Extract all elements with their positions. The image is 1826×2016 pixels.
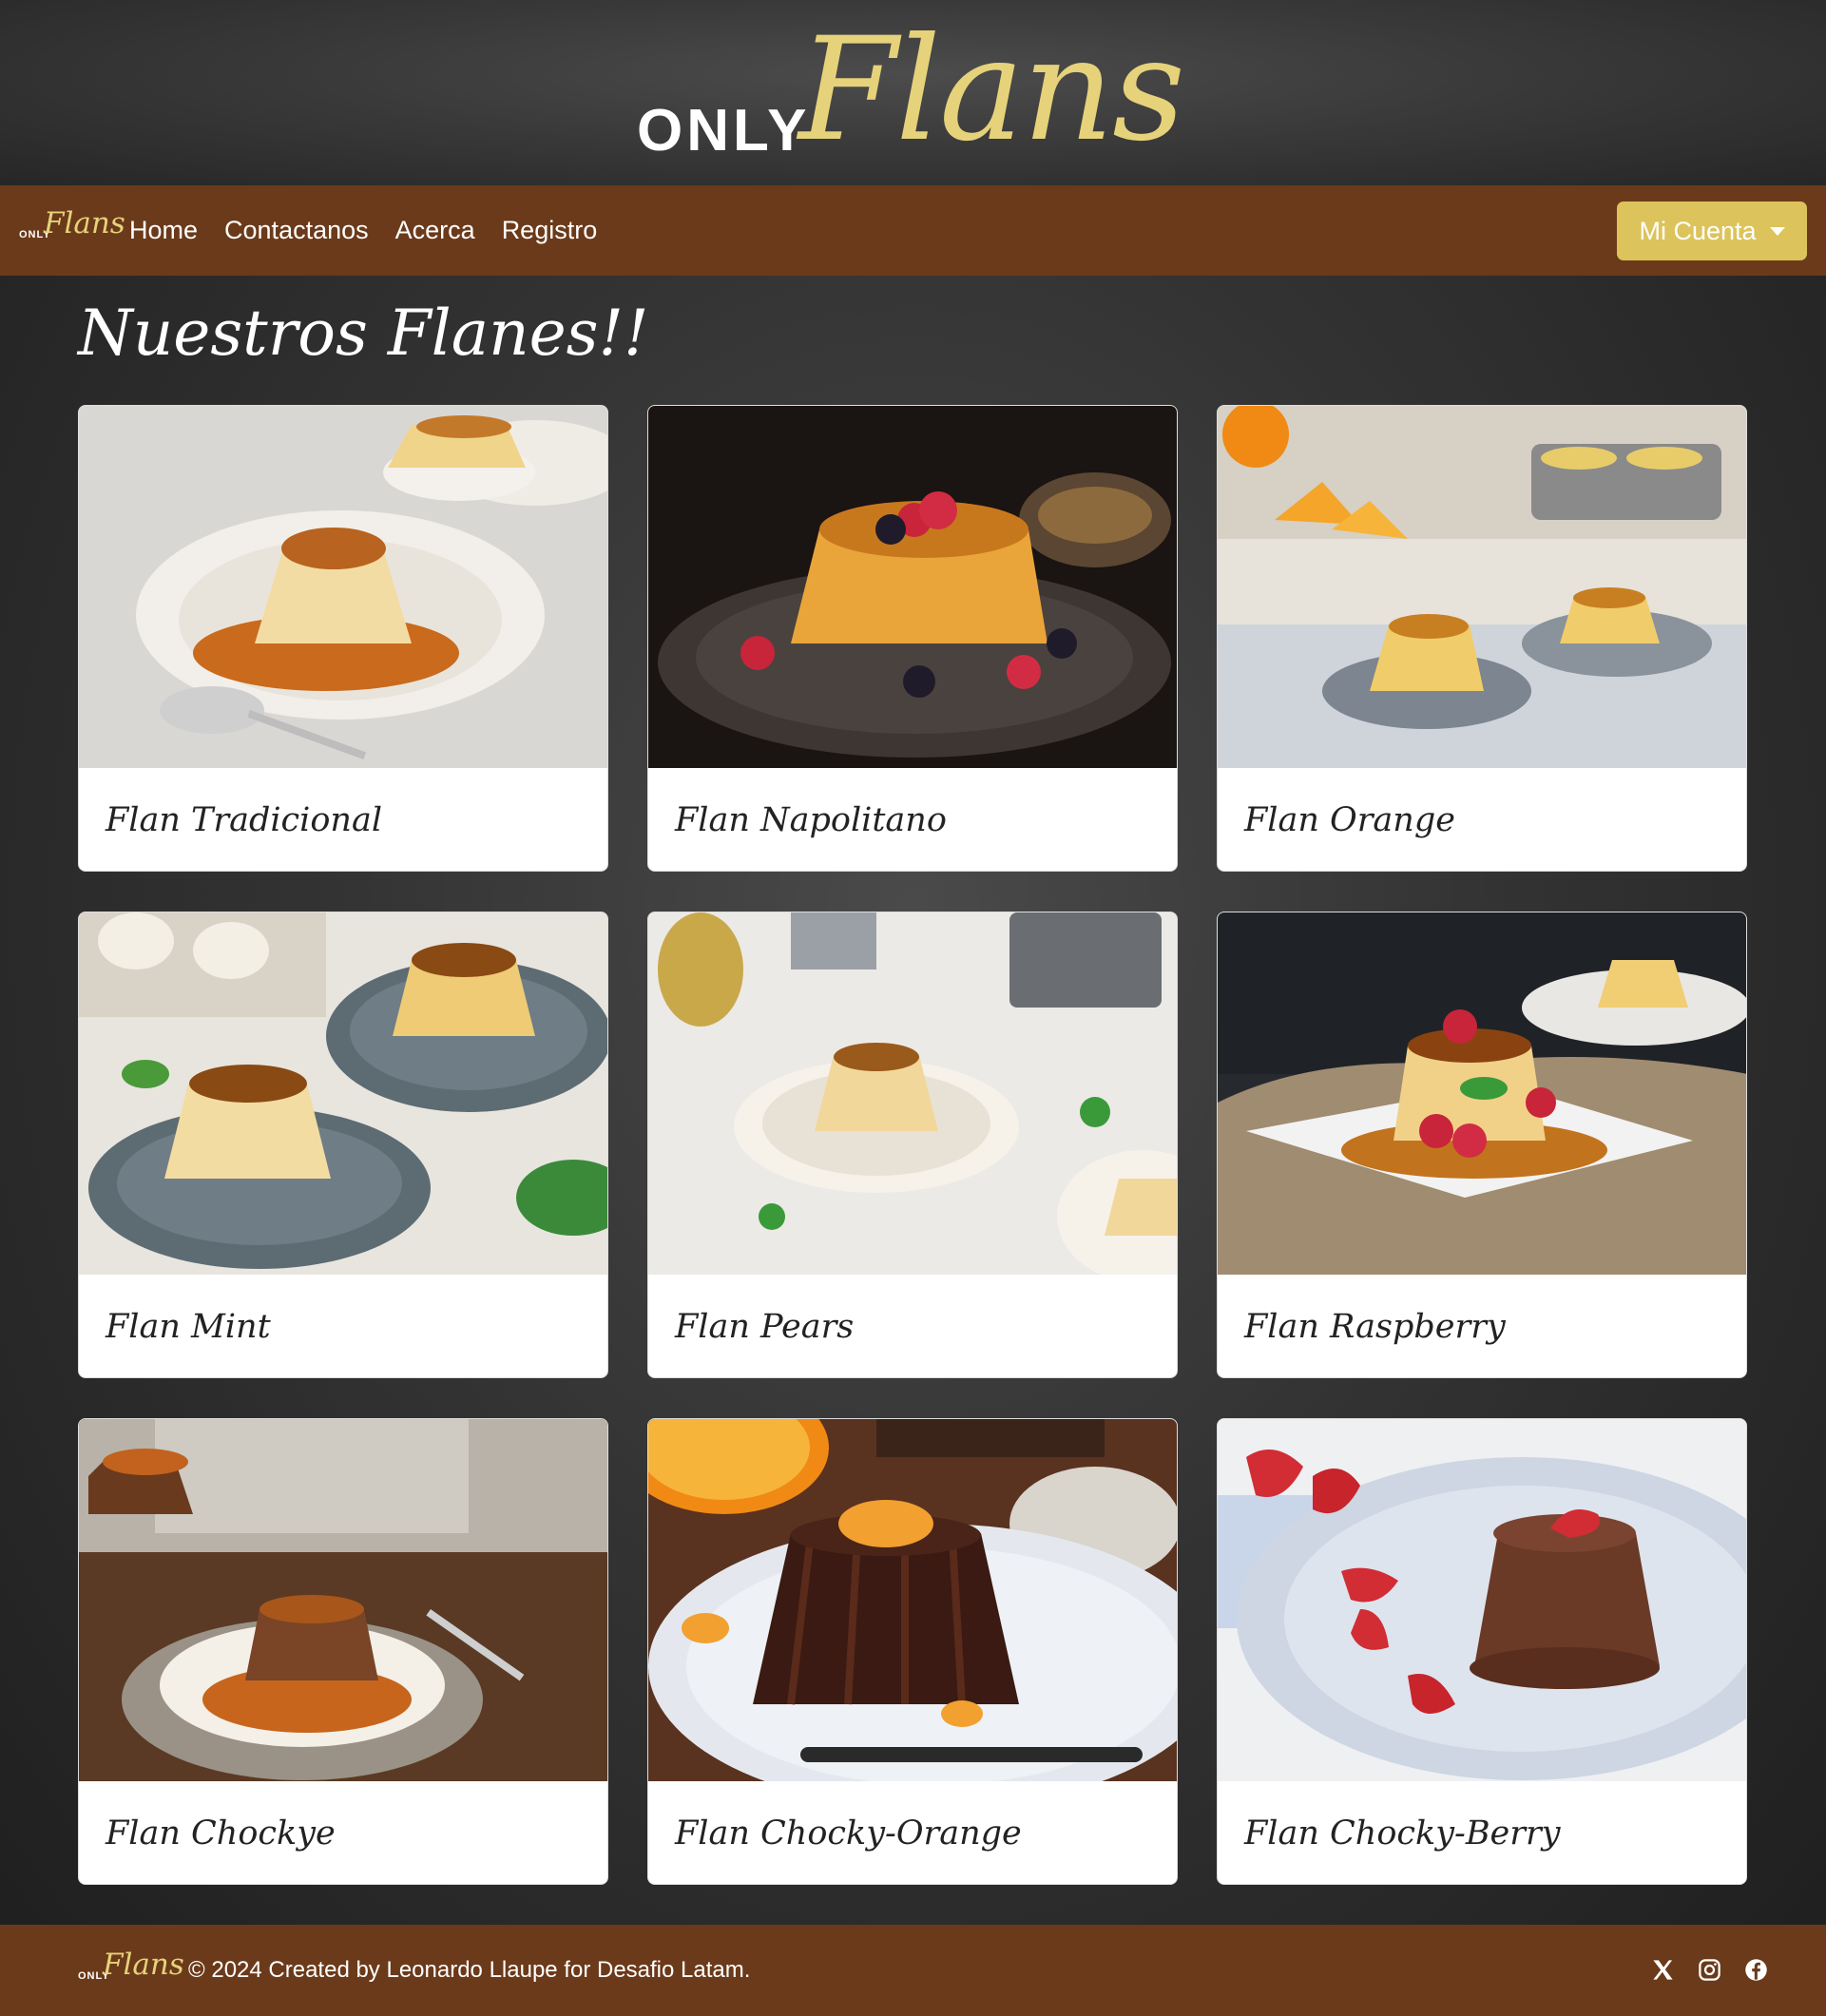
flan-card-grid: Flan Tradicional Flan Napolitano Flan Or… [78,405,1747,1885]
flan-image [648,1419,1177,1781]
card-title: Flan Mint [106,1308,271,1346]
navbar: ONLY Flans Home Contactanos Acerca Regis… [0,185,1826,276]
card-title: Flan Tradicional [106,801,383,839]
site-footer: ONLY Flans © 2024 Created by Leonardo Ll… [0,1925,1826,2016]
brand-flans-text: Flans [44,206,125,240]
site-logo[interactable]: ONLY Flans [637,8,1198,181]
card-title: Flan Pears [675,1308,855,1346]
nav-links: Home Contactanos Acerca Registro [129,185,624,276]
flan-image [1218,1419,1746,1781]
flan-image [79,1419,607,1781]
social-links [1650,1957,1769,1983]
flan-image [648,406,1177,768]
page-title: Nuestros Flanes!! [78,297,649,370]
flan-card[interactable]: Flan Mint [78,912,608,1378]
instagram-icon[interactable] [1697,1957,1722,1983]
navbar-brand-logo[interactable]: ONLY Flans [19,206,125,250]
footer-copyright: © 2024 Created by Leonardo Llaupe for De… [188,1957,751,1983]
card-title: Flan Chocky-Orange [675,1814,1022,1853]
caret-down-icon [1769,226,1785,236]
card-title: Flan Orange [1244,801,1455,839]
card-body: Flan Pears [648,1275,1177,1377]
account-dropdown-button[interactable]: Mi Cuenta [1617,202,1807,260]
flan-card[interactable]: Flan Orange [1217,405,1747,872]
card-body: Flan Orange [1218,768,1746,871]
card-body: Flan Tradicional [79,768,607,871]
x-icon[interactable] [1650,1957,1676,1983]
nav-link-contactanos[interactable]: Contactanos [224,216,369,245]
flan-image [79,912,607,1275]
card-body: Flan Chocky-Berry [1218,1781,1746,1884]
flan-card[interactable]: Flan Tradicional [78,405,608,872]
flan-card[interactable]: Flan Raspberry [1217,912,1747,1378]
card-title: Flan Napolitano [675,801,947,839]
nav-link-acerca[interactable]: Acerca [395,216,475,245]
flan-card[interactable]: Flan Pears [647,912,1178,1378]
flan-card[interactable]: Flan Napolitano [647,405,1178,872]
nav-link-registro[interactable]: Registro [502,216,598,245]
card-title: Flan Chockye [106,1814,336,1853]
flan-card[interactable]: Flan Chocky-Orange [647,1418,1178,1885]
footer-brand-logo[interactable]: ONLY Flans [78,1948,184,1991]
flan-image [1218,406,1746,768]
logo-flans-text: Flans [798,8,1185,173]
logo-only-text: ONLY [637,98,811,163]
flan-card[interactable]: Flan Chockye [78,1418,608,1885]
card-title: Flan Raspberry [1244,1308,1506,1346]
flan-image [648,912,1177,1275]
account-label: Mi Cuenta [1639,216,1757,245]
card-body: Flan Chockye [79,1781,607,1884]
flan-image [79,406,607,768]
facebook-icon[interactable] [1743,1957,1769,1983]
card-title: Flan Chocky-Berry [1244,1814,1561,1853]
card-body: Flan Chocky-Orange [648,1781,1177,1884]
flan-image [1218,912,1746,1275]
flan-card[interactable]: Flan Chocky-Berry [1217,1418,1747,1885]
nav-link-home[interactable]: Home [129,216,198,245]
card-body: Flan Raspberry [1218,1275,1746,1377]
card-body: Flan Napolitano [648,768,1177,871]
brand-flans-text: Flans [103,1948,184,1982]
card-body: Flan Mint [79,1275,607,1377]
site-header: ONLY Flans [0,0,1826,185]
